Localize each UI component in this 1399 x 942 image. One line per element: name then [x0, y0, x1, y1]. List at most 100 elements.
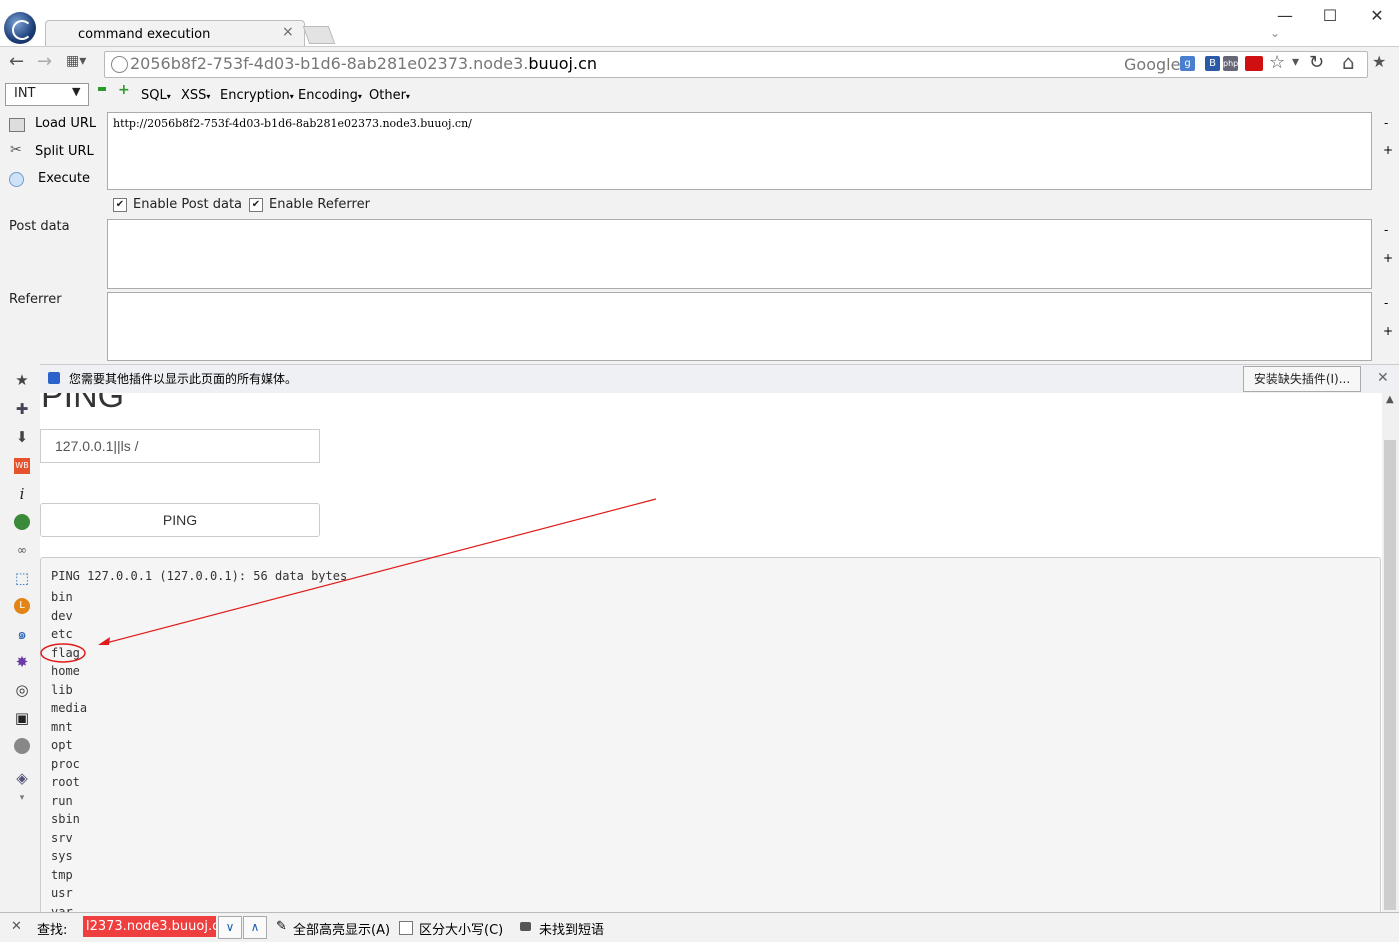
find-next-icon[interactable]: ∨ — [218, 916, 242, 939]
menu-other[interactable]: Other▾ — [369, 88, 410, 103]
extension-sidebar: ★ ✚ ⬇ WB i ∞ ⬚ L ๑ ✸ ◎ ▣ ◈ ▾ — [0, 364, 41, 912]
annotation-overlay — [40, 498, 657, 663]
url-textarea-value: http://2056b8f2-753f-4d03-b1d6-8ab281e02… — [113, 117, 472, 130]
plugin-notification-bar: 您需要其他插件以显示此页面的所有媒体。 安装缺失插件(I)... ✕ — [40, 364, 1399, 394]
execute-button[interactable]: Execute — [38, 171, 90, 186]
bookmarks-star-icon[interactable]: ★ — [1372, 52, 1386, 71]
address-bar[interactable]: 2056b8f2-753f-4d03-b1d6-8ab281e02373.nod… — [104, 51, 1368, 78]
minimize-button[interactable]: — — [1270, 6, 1300, 26]
select-tool-icon[interactable]: ⬚ — [14, 570, 30, 586]
find-prev-icon[interactable]: ∧ — [243, 916, 267, 939]
find-bar: ✕ 查找: l2373.node3.buuoj.cn/ ∨ ∧ ✎ 全部高亮显示… — [0, 912, 1399, 942]
mask-icon[interactable]: ∞ — [14, 542, 30, 558]
referrer-grow-button[interactable]: + — [1383, 324, 1393, 338]
highlighter-icon: ✎ — [276, 919, 287, 934]
search-engine-label[interactable]: Google — [1124, 55, 1180, 74]
tabs-dropdown-icon[interactable]: ⌄ — [1270, 26, 1280, 40]
find-query: l2373.node3.buuoj.cn/ — [86, 919, 216, 934]
reload-icon[interactable]: ↻ — [1309, 52, 1324, 73]
url-textarea[interactable]: http://2056b8f2-753f-4d03-b1d6-8ab281e02… — [107, 112, 1372, 190]
referrer-shrink-button[interactable]: - — [1384, 296, 1388, 310]
int-select[interactable]: INT ▼ — [5, 83, 89, 106]
post-data-textarea[interactable] — [107, 219, 1372, 289]
title-bar: command execution × — ☐ ✕ ⌄ — [0, 0, 1399, 47]
find-status: 未找到短语 — [539, 923, 605, 938]
menu-encryption[interactable]: Encryption▾ — [220, 88, 294, 103]
eraser-icon[interactable]: ◈ — [14, 770, 30, 786]
enable-referrer-label: Enable Referrer — [269, 197, 370, 212]
post-shrink-button[interactable]: - — [1384, 223, 1388, 237]
load-url-icon — [9, 118, 25, 132]
tab-active[interactable]: command execution × — [45, 20, 305, 47]
annotation-arrow-line — [105, 498, 657, 644]
split-url-button[interactable]: Split URL — [35, 144, 94, 159]
menu-sql[interactable]: SQL▾ — [141, 88, 171, 103]
page-content: PING 127.0.0.1||ls / PING PING 127.0.0.1… — [40, 393, 1382, 912]
back-button[interactable]: ← — [9, 51, 24, 72]
int-select-value: INT — [14, 86, 36, 101]
weibo-icon[interactable]: WB — [14, 458, 30, 474]
scroll-up-icon[interactable]: ▲ — [1386, 394, 1394, 405]
globe-icon — [111, 56, 128, 73]
menu-xss[interactable]: XSS▾ — [181, 88, 210, 103]
chevron-down-icon: ▼ — [72, 85, 81, 98]
hackbar-panel: INT ▼ + SQL▾ XSS▾ Encryption▾ Encoding▾ … — [0, 80, 1399, 364]
execute-icon — [9, 172, 24, 187]
url-text[interactable]: 2056b8f2-753f-4d03-b1d6-8ab281e02373.nod… — [130, 54, 597, 73]
plugin-bar-close-icon[interactable]: ✕ — [1377, 370, 1389, 386]
php-icon[interactable]: php — [1223, 56, 1238, 71]
dropdown-arrow-icon[interactable]: ▾ — [1292, 54, 1299, 70]
favorites-star-icon[interactable]: ★ — [14, 372, 30, 388]
match-case-label: 区分大小写(C) — [419, 923, 504, 938]
maximize-button[interactable]: ☐ — [1315, 6, 1345, 26]
highlight-all-button[interactable]: 全部高亮显示(A) — [293, 919, 390, 938]
close-window-button[interactable]: ✕ — [1362, 6, 1392, 26]
enable-post-checkbox[interactable]: ✔ — [113, 198, 127, 212]
post-data-label: Post data — [9, 219, 70, 234]
browser-logo-icon[interactable] — [4, 12, 36, 44]
referrer-textarea[interactable] — [107, 292, 1372, 361]
new-tab-button[interactable] — [302, 26, 336, 44]
annotation-arrow-head — [98, 637, 110, 645]
flag-cn-icon[interactable] — [1245, 56, 1263, 71]
minus-icon[interactable] — [98, 87, 106, 91]
google-g-icon[interactable]: g — [1180, 56, 1195, 71]
plus-icon[interactable]: + — [118, 82, 130, 98]
bug-icon[interactable]: ✸ — [14, 654, 30, 670]
puzzle-extension-icon[interactable]: ✚ — [14, 401, 30, 417]
flag-highlight-circle — [40, 643, 86, 663]
home-icon[interactable]: ⌂ — [1342, 50, 1355, 74]
find-input[interactable]: l2373.node3.buuoj.cn/ — [83, 916, 216, 937]
download-icon[interactable]: ⬇ — [14, 429, 30, 445]
enable-referrer-checkbox[interactable]: ✔ — [249, 198, 263, 212]
plugin-icon — [48, 372, 60, 384]
post-grow-button[interactable]: + — [1383, 251, 1393, 265]
apps-grid-icon[interactable]: ▦▾ — [66, 53, 86, 69]
palette-icon[interactable]: ◎ — [14, 682, 30, 698]
url-shrink-button[interactable]: - — [1384, 116, 1388, 130]
qr-icon[interactable]: ▣ — [14, 710, 30, 726]
scissors-icon: ✂ — [10, 142, 22, 158]
menu-encoding[interactable]: Encoding▾ — [298, 88, 362, 103]
sidebar-more-icon[interactable]: ▾ — [14, 790, 30, 806]
gray-globe-icon[interactable] — [14, 738, 30, 754]
install-plugins-button[interactable]: 安装缺失插件(I)... — [1243, 366, 1361, 392]
plugin-message: 您需要其他插件以显示此页面的所有媒体。 — [69, 372, 298, 386]
load-url-button[interactable]: Load URL — [35, 116, 96, 131]
forward-button[interactable]: → — [37, 51, 52, 72]
url-grow-button[interactable]: + — [1383, 143, 1393, 157]
find-label: 查找: — [37, 923, 68, 938]
match-case-checkbox[interactable] — [399, 921, 413, 935]
referrer-label: Referrer — [9, 292, 62, 307]
scrollbar-thumb[interactable] — [1384, 440, 1396, 910]
tab-close-icon[interactable]: × — [282, 24, 294, 40]
bookmarks-b-icon[interactable]: B — [1205, 56, 1220, 71]
info-icon[interactable]: i — [14, 486, 30, 502]
l-circle-icon[interactable]: L — [14, 598, 30, 614]
green-globe-icon[interactable] — [14, 514, 30, 530]
star-icon[interactable]: ☆ — [1269, 52, 1285, 73]
speech-bubble-icon — [520, 922, 531, 931]
swirl-icon[interactable]: ๑ — [14, 626, 30, 642]
find-close-icon[interactable]: ✕ — [11, 919, 22, 934]
tab-title: command execution — [78, 27, 211, 42]
